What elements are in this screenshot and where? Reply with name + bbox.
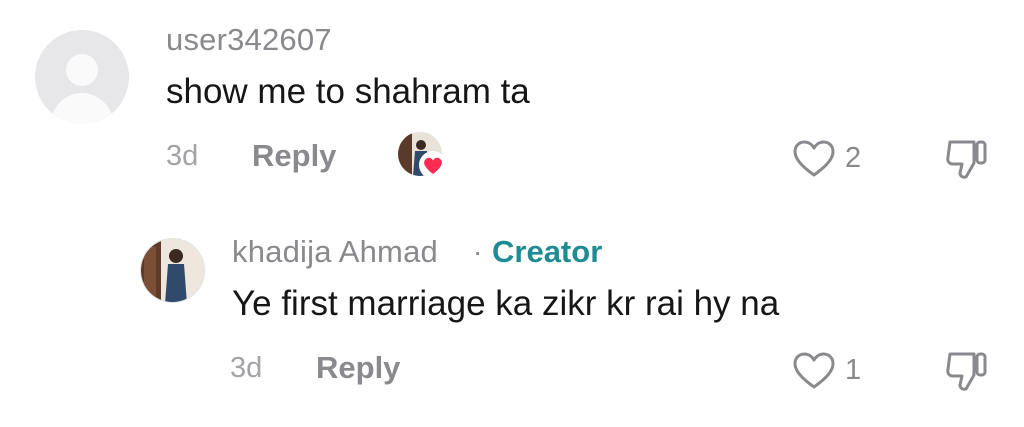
avatar-body-shape [51, 93, 113, 124]
like-count: 1 [845, 354, 862, 386]
heart-outline-icon[interactable] [792, 139, 836, 179]
creator-badge: Creator [492, 234, 603, 269]
comment-age: 3d [166, 140, 199, 172]
heart-filled-icon [418, 151, 448, 179]
avatar-head-shape [66, 54, 98, 86]
comment-text: Ye first marriage ka zikr kr rai hy na [232, 284, 780, 323]
thumbs-down-icon[interactable] [944, 349, 990, 393]
reply-button[interactable]: Reply [316, 350, 400, 386]
default-avatar-icon[interactable] [35, 30, 129, 124]
creator-avatar[interactable] [140, 238, 205, 303]
username-separator: · [473, 236, 483, 267]
heart-outline-icon[interactable] [792, 351, 836, 391]
comment-username[interactable]: khadija Ahmad [232, 234, 438, 270]
like-count: 2 [845, 142, 862, 174]
comment-text: show me to shahram ta [166, 72, 530, 111]
comment-username[interactable]: user342607 [166, 22, 332, 58]
thumbs-down-icon[interactable] [944, 137, 990, 181]
reply-button[interactable]: Reply [252, 138, 336, 174]
comment-age: 3d [230, 352, 263, 384]
